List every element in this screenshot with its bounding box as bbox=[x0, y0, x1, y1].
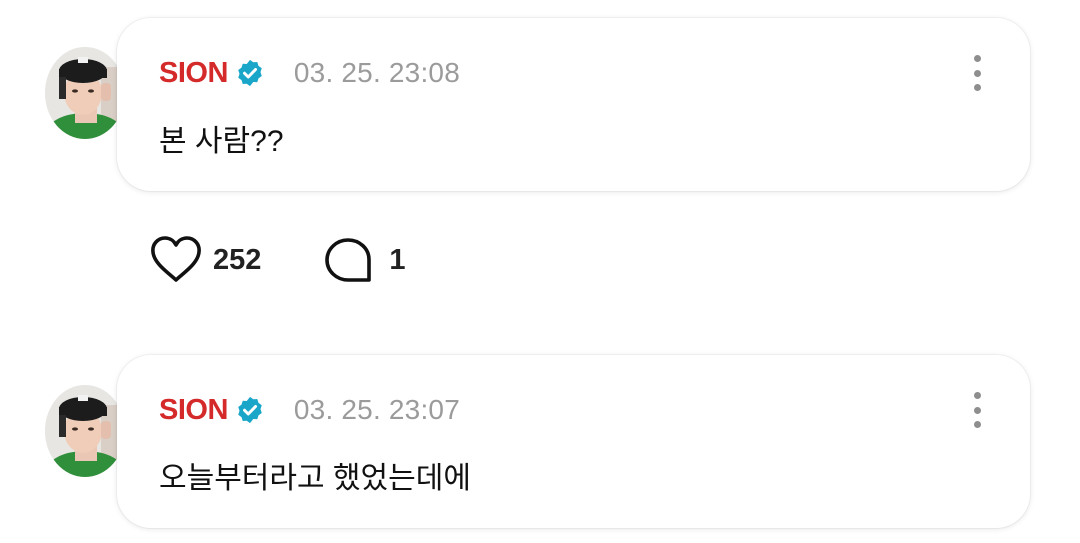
heart-icon bbox=[151, 236, 201, 282]
comment-header: SION 03. 25. 23:07 bbox=[159, 392, 460, 428]
comment-card: SION 03. 25. 23:08 본 사람?? bbox=[117, 18, 1030, 191]
comment-text: 본 사람?? bbox=[159, 125, 284, 158]
comment-count: 1 bbox=[389, 243, 406, 276]
post-actions: 252 1 bbox=[150, 236, 406, 284]
comment-button[interactable]: 1 bbox=[324, 237, 406, 283]
more-vertical-icon[interactable] bbox=[969, 55, 985, 91]
comment-header: SION 03. 25. 23:08 bbox=[159, 55, 460, 91]
avatar[interactable] bbox=[45, 385, 125, 477]
verified-badge-icon bbox=[238, 59, 262, 87]
avatar-image bbox=[45, 47, 125, 139]
avatar-image bbox=[45, 385, 125, 477]
timestamp: 03. 25. 23:07 bbox=[293, 394, 460, 425]
author-name[interactable]: SION bbox=[159, 57, 228, 90]
comment-bubble-icon bbox=[325, 238, 372, 282]
timestamp: 03. 25. 23:08 bbox=[293, 57, 460, 88]
comment-text: 오늘부터라고 했었는데에 bbox=[159, 462, 471, 495]
more-vertical-icon[interactable] bbox=[969, 392, 985, 428]
author-name[interactable]: SION bbox=[159, 394, 228, 427]
verified-badge-icon bbox=[238, 396, 262, 424]
avatar[interactable] bbox=[45, 47, 125, 139]
like-button[interactable]: 252 bbox=[150, 236, 261, 284]
comment-card: SION 03. 25. 23:07 오늘부터라고 했었는데에 bbox=[117, 355, 1030, 528]
like-count: 252 bbox=[213, 243, 262, 276]
